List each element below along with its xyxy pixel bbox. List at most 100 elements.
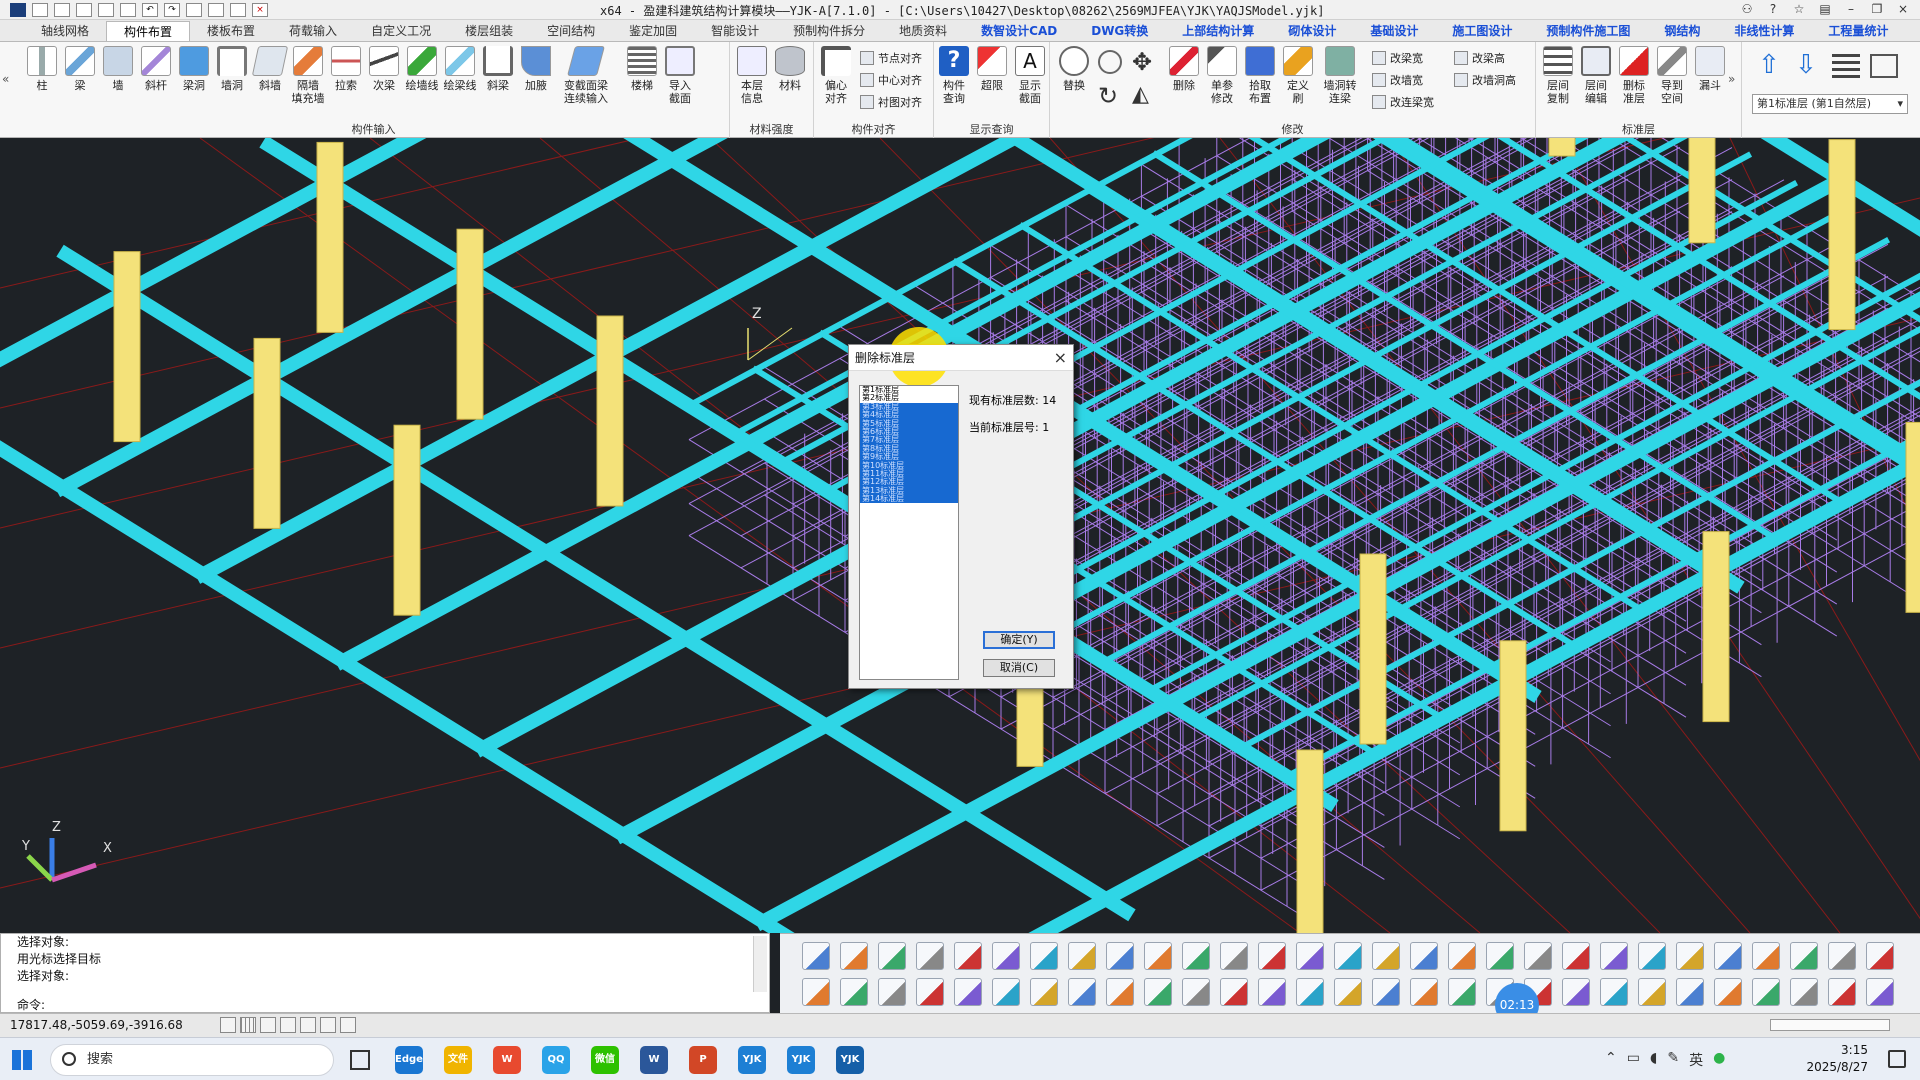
import-icon[interactable]: [230, 2, 246, 17]
wall-hole-to-coupling-beam-button[interactable]: 墙洞转 连梁: [1318, 46, 1362, 116]
polar-toggle-icon[interactable]: [280, 1017, 296, 1033]
view-tool-icon[interactable]: [878, 942, 906, 970]
new-file-icon[interactable]: [32, 2, 48, 17]
taskbar-app-icon[interactable]: YJK: [738, 1046, 766, 1074]
draw-beam-line-button[interactable]: 绘梁线: [442, 46, 478, 116]
save-icon[interactable]: [98, 2, 114, 17]
cable-button[interactable]: 拉索: [328, 46, 364, 116]
view-tool-icon[interactable]: [1296, 942, 1324, 970]
variable-section-beam-button[interactable]: 变截面梁 连续输入: [556, 46, 616, 116]
view-tool-icon[interactable]: [1372, 978, 1400, 1006]
layer-copy-button[interactable]: 层间 复制: [1540, 46, 1576, 116]
view-tool-icon[interactable]: [1068, 942, 1096, 970]
open-folder-icon[interactable]: [54, 2, 70, 17]
center-align-button[interactable]: 中心对齐: [860, 70, 922, 90]
tab-retrofit[interactable]: 鉴定加固: [612, 21, 694, 41]
restore-icon[interactable]: ❐: [1868, 2, 1886, 16]
snap-toggle-icon[interactable]: [260, 1017, 276, 1033]
tab-construction-drawing[interactable]: 施工图设计: [1435, 21, 1529, 41]
pick-layout-button[interactable]: 拾取 布置: [1242, 46, 1278, 116]
list-item[interactable]: 第14标准层: [860, 494, 958, 504]
view-tool-icon[interactable]: [1030, 978, 1058, 1006]
command-input[interactable]: [61, 996, 701, 1012]
view-tool-icon[interactable]: [1296, 978, 1324, 1006]
view-tool-icon[interactable]: [1334, 942, 1362, 970]
close-icon[interactable]: ×: [1894, 2, 1912, 16]
layer-down-icon[interactable]: ⇩: [1795, 50, 1817, 80]
osnap-toggle-icon[interactable]: [300, 1017, 316, 1033]
view-tool-icon[interactable]: [1562, 942, 1590, 970]
view-tool-icon[interactable]: [1790, 942, 1818, 970]
eccentric-align-button[interactable]: 偏心 对齐: [818, 46, 854, 116]
view-tool-icon[interactable]: [954, 978, 982, 1006]
cancel-button[interactable]: 取消(C): [983, 659, 1055, 677]
delete-standard-layer-button[interactable]: 删标 准层: [1616, 46, 1652, 116]
volume-icon[interactable]: ◖: [1650, 1050, 1657, 1070]
ribbon-scroll-left[interactable]: «: [2, 72, 9, 86]
view-tool-icon[interactable]: [1676, 942, 1704, 970]
app-icon[interactable]: [10, 2, 26, 17]
taskbar-app-icon[interactable]: YJK: [836, 1046, 864, 1074]
tab-floor-assembly[interactable]: 楼层组装: [448, 21, 530, 41]
view-tool-icon[interactable]: [1372, 942, 1400, 970]
view-tool-icon[interactable]: [1144, 942, 1172, 970]
view-tool-icon[interactable]: [1600, 942, 1628, 970]
view-tool-icon[interactable]: [1182, 942, 1210, 970]
define-brush-button[interactable]: 定义 刷: [1280, 46, 1316, 116]
view-tool-icon[interactable]: [916, 942, 944, 970]
view-tool-icon[interactable]: [1562, 978, 1590, 1006]
layout-icon[interactable]: ▤: [1816, 2, 1834, 16]
tab-precast-drawing[interactable]: 预制构件施工图: [1529, 21, 1647, 41]
view-tool-icon[interactable]: [1790, 978, 1818, 1006]
component-query-button[interactable]: ? 构件 查询: [936, 46, 972, 116]
tab-digital-cad[interactable]: 数智设计CAD: [964, 21, 1074, 41]
change-coupling-beam-width-button[interactable]: 改连梁宽: [1372, 92, 1434, 112]
view-tool-icon[interactable]: [1866, 942, 1894, 970]
view-tool-icon[interactable]: [1752, 978, 1780, 1006]
change-beam-height-button[interactable]: 改梁高: [1454, 48, 1505, 68]
taskbar-clock[interactable]: 3:15 2025/8/27: [1806, 1042, 1868, 1076]
partition-wall-button[interactable]: 隔墙 填充墙: [290, 46, 326, 116]
taskbar-app-icon[interactable]: P: [689, 1046, 717, 1074]
export-to-space-button[interactable]: 导到 空间: [1654, 46, 1690, 116]
taskbar-app-icon[interactable]: 微信: [591, 1046, 619, 1074]
material-button[interactable]: 材料: [772, 46, 808, 116]
tab-upper-calc[interactable]: 上部结构计算: [1165, 21, 1271, 41]
replace-button[interactable]: 替换: [1056, 46, 1092, 116]
view-tool-icon[interactable]: [1600, 978, 1628, 1006]
tab-slab-layout[interactable]: 楼板布置: [190, 21, 272, 41]
view-tool-icon[interactable]: [1486, 942, 1514, 970]
close-file-icon[interactable]: ×: [252, 2, 268, 17]
move-icon[interactable]: ✥: [1132, 48, 1152, 76]
floor-info-button[interactable]: 本层 信息: [734, 46, 770, 116]
save-as-icon[interactable]: [120, 2, 136, 17]
wall-hole-button[interactable]: 墙洞: [214, 46, 250, 116]
tab-component-layout[interactable]: 构件布置: [106, 21, 191, 41]
help-icon[interactable]: ?: [1764, 2, 1782, 16]
tab-steel[interactable]: 钢结构: [1647, 21, 1717, 41]
view-tool-icon[interactable]: [1828, 978, 1856, 1006]
mirror-icon[interactable]: ◭: [1132, 82, 1149, 107]
view-tool-icon[interactable]: [1258, 978, 1286, 1006]
view-tool-icon[interactable]: [1182, 978, 1210, 1006]
view-tool-icon[interactable]: [1828, 942, 1856, 970]
view-tool-icon[interactable]: [1524, 942, 1552, 970]
delete-button[interactable]: 删除: [1166, 46, 1202, 116]
underlay-align-button[interactable]: 衬图对齐: [860, 92, 922, 112]
ok-button[interactable]: 确定(Y): [983, 631, 1055, 649]
import-section-button[interactable]: 导入 截面: [662, 46, 698, 116]
command-scrollbar[interactable]: [753, 936, 767, 992]
view-tool-icon[interactable]: [1638, 942, 1666, 970]
ribbon-scroll-right[interactable]: »: [1728, 72, 1735, 86]
change-beam-width-button[interactable]: 改梁宽: [1372, 48, 1423, 68]
grid-toggle-icon[interactable]: [240, 1017, 256, 1033]
tab-axis-grid[interactable]: 轴线网格: [24, 21, 106, 41]
taskbar-app-icon[interactable]: YJK: [787, 1046, 815, 1074]
tab-geology[interactable]: 地质资料: [882, 21, 964, 41]
star-icon[interactable]: ☆: [1790, 2, 1808, 16]
view-tool-icon[interactable]: [992, 978, 1020, 1006]
print-icon[interactable]: [186, 2, 202, 17]
beam-button[interactable]: 梁: [62, 46, 98, 116]
view-tool-icon[interactable]: [1676, 978, 1704, 1006]
view-tool-icon[interactable]: [1030, 942, 1058, 970]
